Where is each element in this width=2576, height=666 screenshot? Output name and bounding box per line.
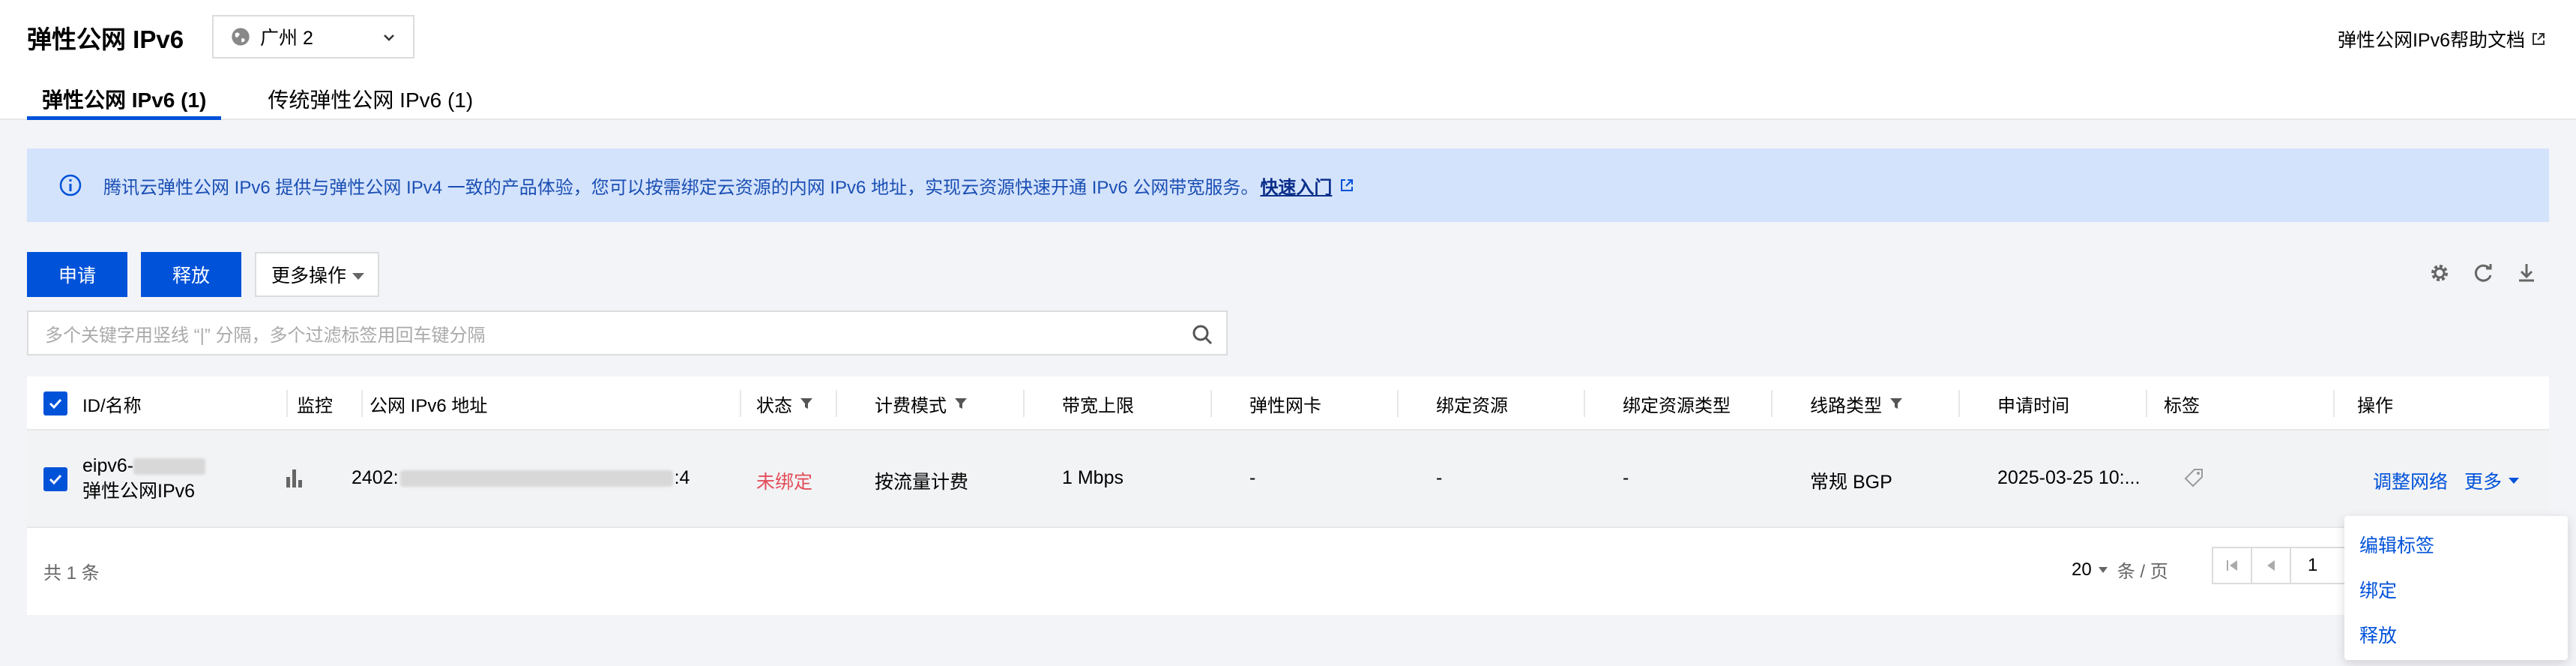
caret-down-icon <box>352 273 364 280</box>
search-input[interactable]: 多个关键字用竖线 “|” 分隔，多个过滤标签用回车键分隔 <box>27 310 1228 356</box>
row-bound-resource: - <box>1436 467 1443 488</box>
filter-icon <box>955 398 967 409</box>
region-label: 广州 2 <box>260 28 313 49</box>
info-icon <box>59 174 82 196</box>
table-row: eipv6- 弹性公网IPv6 2402::4 未绑定 按流量计费 1 Mbps… <box>27 430 2549 528</box>
bar-chart-icon[interactable] <box>283 466 306 489</box>
search-icon[interactable] <box>1190 322 1214 346</box>
tab-legacy-eipv6[interactable]: 传统弹性公网 IPv6 (1) <box>253 81 488 120</box>
adjust-network-link[interactable]: 调整网络 <box>2373 467 2448 494</box>
col-ipv6-address: 公网 IPv6 地址 <box>353 376 741 430</box>
row-status: 未绑定 <box>756 472 813 493</box>
info-text: 腾讯云弹性公网 IPv6 提供与弹性公网 IPv4 一致的产品体验，您可以按需绑… <box>103 177 1259 198</box>
menu-item-edit-tags[interactable]: 编辑标签 <box>2359 531 2434 558</box>
info-banner: 腾讯云弹性公网 IPv6 提供与弹性公网 IPv4 一致的产品体验，您可以按需绑… <box>27 148 2549 222</box>
col-bound-type: 绑定资源类型 <box>1585 376 1773 430</box>
row-name: 弹性公网IPv6 <box>82 481 196 502</box>
page-size-value: 20 <box>2072 559 2092 580</box>
refresh-icon[interactable] <box>2471 261 2495 285</box>
external-link-icon <box>1341 179 1354 191</box>
col-status[interactable]: 状态 <box>741 376 837 430</box>
more-actions-button[interactable]: 更多操作 <box>255 252 379 297</box>
select-all-checkbox[interactable] <box>43 376 67 430</box>
eipv6-table: ID/名称 监控 公网 IPv6 地址 状态 计费模式 带宽上限 弹性网卡 绑定… <box>27 376 2549 615</box>
first-page-icon <box>2227 560 2237 571</box>
row-eni: - <box>1249 467 1256 488</box>
first-page-button[interactable] <box>2212 547 2252 584</box>
row-id[interactable]: eipv6- <box>82 455 133 476</box>
col-operations: 操作 <box>2357 395 2393 416</box>
row-ipv6-address: 2402::4 <box>352 467 690 488</box>
col-line-type[interactable]: 线路类型 <box>1773 376 1960 430</box>
prev-page-button[interactable] <box>2251 547 2291 584</box>
quick-start-link[interactable]: 快速入门 <box>1260 172 1332 199</box>
page-title: 弹性公网 IPv6 <box>27 26 184 53</box>
filter-icon <box>1890 398 1902 409</box>
tab-eipv6[interactable]: 弹性公网 IPv6 (1) <box>27 81 222 120</box>
col-bound-resource: 绑定资源 <box>1399 376 1585 430</box>
col-bandwidth: 带宽上限 <box>1025 376 1212 430</box>
row-apply-time: 2025-03-25 10:... <box>1997 467 2141 488</box>
col-eni: 弹性网卡 <box>1212 376 1399 430</box>
tab-bar: 弹性公网 IPv6 (1) 传统弹性公网 IPv6 (1) <box>27 81 488 120</box>
help-doc-label: 弹性公网IPv6帮助文档 <box>2337 30 2525 51</box>
row-bound-type: - <box>1623 467 1629 488</box>
table-tools <box>2428 261 2539 285</box>
external-link-icon <box>2533 33 2545 45</box>
filter-icon <box>800 398 812 409</box>
more-link[interactable]: 更多 <box>2464 467 2502 494</box>
col-billing[interactable]: 计费模式 <box>837 376 1025 430</box>
page-size-unit: 条 / 页 <box>2117 562 2168 582</box>
region-select[interactable]: 广州 2 <box>212 15 414 58</box>
row-checkbox[interactable] <box>43 467 67 491</box>
search-placeholder: 多个关键字用竖线 “|” 分隔，多个过滤标签用回车键分隔 <box>45 325 486 346</box>
total-count: 共 1 条 <box>43 563 100 584</box>
page-header: 弹性公网 IPv6 广州 2 弹性公网IPv6帮助文档 弹性公网 IPv6 (1… <box>0 0 2576 120</box>
apply-button[interactable]: 申请 <box>27 252 127 297</box>
col-monitor: 监控 <box>279 376 363 430</box>
help-doc-link[interactable]: 弹性公网IPv6帮助文档 <box>2338 26 2546 52</box>
row-operations: 调整网络 更多 <box>2373 467 2520 494</box>
col-apply-time: 申请时间 <box>1960 376 2147 430</box>
menu-item-release[interactable]: 释放 <box>2359 621 2397 648</box>
download-icon[interactable] <box>2515 261 2539 285</box>
caret-down-icon <box>2098 566 2108 573</box>
table-header: ID/名称 监控 公网 IPv6 地址 状态 计费模式 带宽上限 弹性网卡 绑定… <box>27 376 2549 430</box>
more-actions-label: 更多操作 <box>271 266 347 286</box>
page-size-select[interactable]: 20 条 / 页 <box>2072 556 2168 583</box>
more-actions-dropdown: 编辑标签 绑定 释放 <box>2344 516 2568 660</box>
table-footer: 共 1 条 20 条 / 页 <box>27 528 2549 615</box>
chevron-down-icon <box>384 34 394 41</box>
globe-icon <box>232 28 250 46</box>
col-id-name: ID/名称 <box>82 376 288 430</box>
col-tags: 标签 <box>2147 376 2335 430</box>
row-id-name: eipv6- 弹性公网IPv6 <box>82 453 206 504</box>
row-line-type: 常规 BGP <box>1810 472 1892 493</box>
row-bandwidth: 1 Mbps <box>1062 467 1123 488</box>
page-number: 1 <box>2308 555 2318 575</box>
release-button[interactable]: 释放 <box>141 252 241 297</box>
gear-icon[interactable] <box>2428 261 2452 285</box>
caret-down-icon <box>2509 478 2520 484</box>
menu-item-bind[interactable]: 绑定 <box>2359 576 2397 603</box>
prev-page-icon <box>2267 560 2275 571</box>
row-billing: 按流量计费 <box>875 472 969 493</box>
tag-icon[interactable] <box>2183 466 2205 489</box>
